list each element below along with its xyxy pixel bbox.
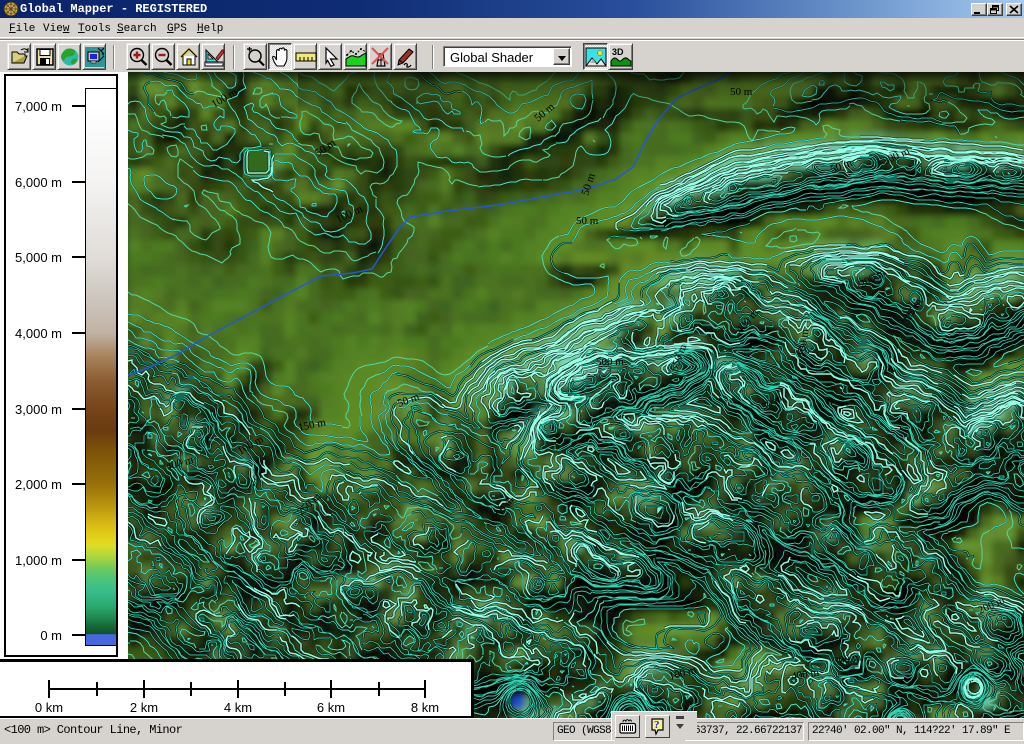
svg-text:?: ? (654, 719, 660, 731)
svg-text:50 m: 50 m (730, 86, 753, 98)
svg-text:50 m: 50 m (576, 215, 599, 227)
svg-text:500 m: 500 m (596, 356, 624, 368)
svg-text:3D: 3D (612, 47, 624, 57)
